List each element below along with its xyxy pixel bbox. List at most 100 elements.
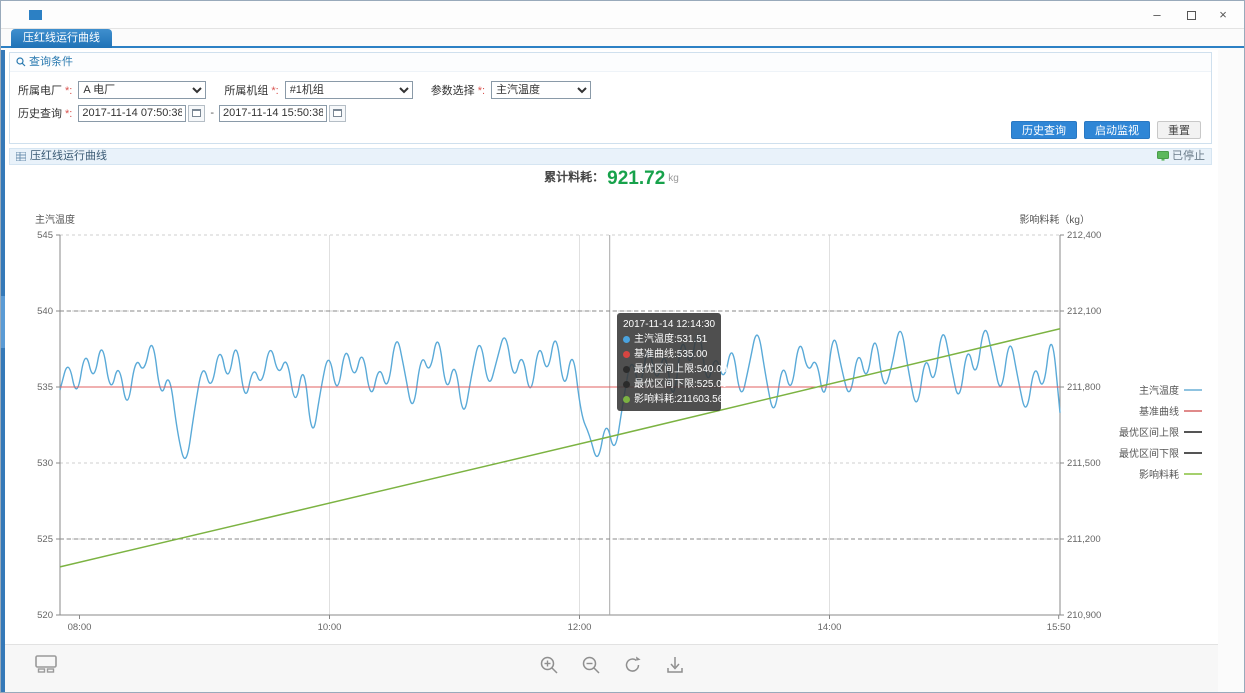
svg-text:211,800: 211,800 bbox=[1067, 382, 1101, 393]
tooltip-row: 基准曲线:535.00 bbox=[623, 347, 715, 362]
chart-tooltip: 2017-11-14 12:14:30 主汽温度:531.51基准曲线:535.… bbox=[617, 313, 721, 411]
tooltip-row: 主汽温度:531.51 bbox=[623, 332, 715, 347]
app-icon bbox=[29, 10, 42, 20]
legend-swatch bbox=[1184, 389, 1202, 391]
summary-value: 921.72 bbox=[607, 168, 665, 189]
legend-item[interactable]: 基准曲线 bbox=[1119, 400, 1202, 421]
query-panel: 查询条件 所属电厂*: A 电厂 所属机组*: #1机组 参数选择*: 主汽温度… bbox=[9, 52, 1212, 144]
summary-line: 累计料耗：921.72kg bbox=[5, 168, 1218, 194]
legend-swatch bbox=[1184, 431, 1202, 433]
tooltip-series-value: 主汽温度:531.51 bbox=[634, 332, 707, 347]
required-mark: *: bbox=[65, 85, 72, 97]
svg-text:520: 520 bbox=[37, 610, 53, 621]
tooltip-series-dot bbox=[623, 381, 630, 388]
tab-bar: 压红线运行曲线 bbox=[1, 29, 1244, 48]
tooltip-series-dot bbox=[623, 336, 630, 343]
unit-label: 所属机组 bbox=[224, 85, 268, 97]
svg-text:15:50: 15:50 bbox=[1047, 622, 1071, 633]
titlebar: – × bbox=[1, 1, 1244, 29]
legend-item[interactable]: 影响料耗 bbox=[1119, 463, 1202, 484]
required-mark: *: bbox=[478, 85, 485, 97]
calendar-icon bbox=[192, 109, 201, 117]
legend-label: 最优区间下限 bbox=[1119, 445, 1179, 460]
svg-text:540: 540 bbox=[37, 306, 53, 317]
field-unit: 所属机组*: #1机组 bbox=[224, 81, 412, 99]
parameter-label: 参数选择 bbox=[431, 85, 475, 97]
zoom-out-icon bbox=[581, 655, 601, 675]
svg-text:12:00: 12:00 bbox=[568, 622, 592, 633]
tooltip-series-value: 影响料耗:211603.56 bbox=[634, 392, 723, 407]
app-window: – × 压红线运行曲线 ▲ 查询条件 所属电厂*: A 电厂 所属机组*: #1… bbox=[0, 0, 1245, 693]
query-row-dates: 历史查询*: - bbox=[18, 103, 1203, 123]
bottom-toolbar bbox=[5, 644, 1218, 692]
plant-label: 所属电厂 bbox=[18, 85, 62, 97]
monitor-status-label: 已停止 bbox=[1172, 150, 1205, 162]
legend-item[interactable]: 最优区间上限 bbox=[1119, 421, 1202, 442]
tooltip-series-dot bbox=[623, 351, 630, 358]
svg-text:212,100: 212,100 bbox=[1067, 306, 1101, 317]
svg-text:211,200: 211,200 bbox=[1067, 534, 1101, 545]
history-label: 历史查询 bbox=[18, 108, 62, 120]
query-actions: 历史查询 启动监视 重置 bbox=[1011, 121, 1201, 139]
legend-label: 最优区间上限 bbox=[1119, 424, 1179, 439]
svg-text:545: 545 bbox=[37, 230, 53, 241]
plant-select[interactable]: A 电厂 bbox=[78, 81, 206, 99]
date-from-calendar-button[interactable] bbox=[188, 105, 205, 122]
field-parameter: 参数选择*: 主汽温度 bbox=[431, 81, 591, 99]
tab-curve[interactable]: 压红线运行曲线 bbox=[11, 29, 112, 48]
tooltip-series-dot bbox=[623, 396, 630, 403]
maximize-button[interactable] bbox=[1176, 5, 1206, 25]
tooltip-series-value: 最优区间下限:525.00 bbox=[634, 377, 727, 392]
date-from-input[interactable] bbox=[78, 105, 186, 122]
reset-button[interactable]: 重置 bbox=[1157, 121, 1201, 139]
monitor-status: 已停止 bbox=[1157, 149, 1205, 164]
svg-text:525: 525 bbox=[37, 534, 53, 545]
required-mark: *: bbox=[271, 85, 278, 97]
legend-item[interactable]: 最优区间下限 bbox=[1119, 442, 1202, 463]
chart-tools bbox=[5, 655, 1218, 678]
tooltip-series-dot bbox=[623, 366, 630, 373]
zoom-out-button[interactable] bbox=[581, 655, 601, 678]
grid-icon bbox=[16, 152, 26, 161]
svg-text:08:00: 08:00 bbox=[68, 622, 92, 633]
tooltip-row: 影响料耗:211603.56 bbox=[623, 392, 715, 407]
minimize-button[interactable]: – bbox=[1142, 5, 1172, 25]
chart-panel-title: 压红线运行曲线 bbox=[30, 150, 107, 162]
unit-select[interactable]: #1机组 bbox=[285, 81, 413, 99]
svg-text:535: 535 bbox=[37, 382, 53, 393]
zoom-in-icon bbox=[539, 655, 559, 675]
tooltip-time: 2017-11-14 12:14:30 bbox=[623, 317, 715, 332]
summary-unit: kg bbox=[668, 173, 679, 184]
svg-text:10:00: 10:00 bbox=[318, 622, 342, 633]
download-icon bbox=[665, 655, 685, 675]
calendar-icon bbox=[333, 109, 342, 117]
svg-text:211,500: 211,500 bbox=[1067, 458, 1101, 469]
date-to-calendar-button[interactable] bbox=[329, 105, 346, 122]
query-header-label: 查询条件 bbox=[29, 56, 73, 68]
tooltip-row: 最优区间下限:525.00 bbox=[623, 377, 715, 392]
chart-panel-header: 压红线运行曲线 已停止 bbox=[9, 148, 1212, 165]
required-mark: *: bbox=[65, 108, 72, 120]
refresh-button[interactable] bbox=[623, 655, 643, 678]
date-to-input[interactable] bbox=[219, 105, 327, 122]
svg-text:530: 530 bbox=[37, 458, 53, 469]
summary-label: 累计料耗： bbox=[544, 170, 604, 184]
parameter-select[interactable]: 主汽温度 bbox=[491, 81, 591, 99]
date-separator: - bbox=[210, 107, 214, 119]
svg-text:14:00: 14:00 bbox=[818, 622, 842, 633]
svg-text:210,900: 210,900 bbox=[1067, 610, 1101, 621]
zoom-in-button[interactable] bbox=[539, 655, 559, 678]
search-icon bbox=[16, 57, 26, 67]
legend-item[interactable]: 主汽温度 bbox=[1119, 379, 1202, 400]
legend-label: 基准曲线 bbox=[1139, 403, 1179, 418]
tooltip-series-value: 基准曲线:535.00 bbox=[634, 347, 707, 362]
chart-canvas[interactable]: 545540535530525520212,400212,100211,8002… bbox=[25, 207, 1135, 639]
download-button[interactable] bbox=[665, 655, 685, 678]
start-monitor-button[interactable]: 启动监视 bbox=[1084, 121, 1150, 139]
history-query-button[interactable]: 历史查询 bbox=[1011, 121, 1077, 139]
tooltip-series-value: 最优区间上限:540.00 bbox=[634, 362, 727, 377]
main-content: ▲ 查询条件 所属电厂*: A 电厂 所属机组*: #1机组 参数选择*: 主汽… bbox=[5, 50, 1218, 692]
chart-legend: 主汽温度基准曲线最优区间上限最优区间下限影响料耗 bbox=[1119, 379, 1202, 484]
close-button[interactable]: × bbox=[1208, 5, 1238, 25]
chart-region: 主汽温度 影响料耗（kg） 545540535530525520212,4002… bbox=[5, 195, 1218, 646]
